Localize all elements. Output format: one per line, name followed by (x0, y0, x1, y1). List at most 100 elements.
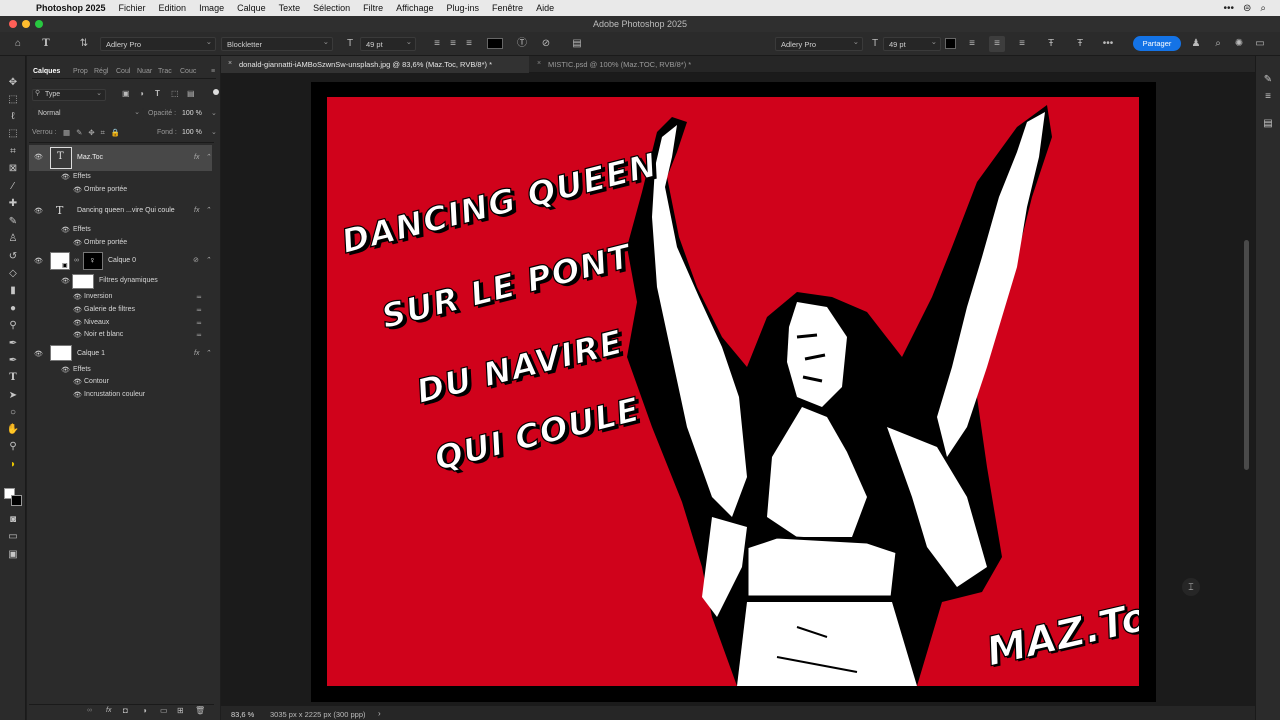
search-menu-icon[interactable]: ⌕ (1260, 3, 1266, 14)
text-color-swatch[interactable] (487, 38, 503, 49)
fill-chevron-icon[interactable]: ⌄ (211, 128, 217, 136)
history-brush-icon[interactable]: ↺ (4, 250, 22, 264)
effect-name[interactable]: Incrustation couleur (84, 391, 145, 398)
effects-eye-icon[interactable]: 👁 (61, 366, 70, 374)
add-style-icon[interactable]: fx (106, 707, 111, 714)
vertical-scrollbar[interactable] (1244, 240, 1249, 470)
collapse-chevron-icon[interactable]: ⌃ (205, 206, 211, 214)
panel-menu-icon[interactable]: ≡ (211, 68, 215, 75)
workspace-icon[interactable]: ▭ (1252, 36, 1268, 52)
collapse-chevron-icon[interactable]: ⌃ (205, 256, 211, 264)
blend-mode-select[interactable]: Normal (32, 108, 144, 120)
tab-nuar[interactable]: Nuar (137, 68, 152, 75)
status-menu-chevron-icon[interactable]: › (378, 709, 381, 718)
text-orientation-icon[interactable]: ⇅ (76, 36, 92, 52)
filter-eye-icon[interactable]: 👁 (73, 306, 82, 314)
fx-icon[interactable]: fx (194, 350, 199, 357)
layer-name[interactable]: Dancing queen ...vire Qui coule (77, 207, 175, 214)
paragraph-icon[interactable]: Ŧ (1072, 36, 1088, 52)
tab-coul[interactable]: Coul (116, 68, 130, 75)
zoom-window-button[interactable] (35, 20, 43, 28)
layer-filter-select[interactable]: Type (32, 89, 106, 101)
tab-calques[interactable]: Calques (33, 68, 60, 75)
filter-name[interactable]: Inversion (84, 293, 112, 300)
menu-affichage[interactable]: Affichage (396, 3, 433, 13)
filter-options-icon[interactable]: ≂ (196, 306, 202, 314)
filter-toggle[interactable] (213, 89, 219, 95)
menu-fichier[interactable]: Fichier (119, 3, 146, 13)
menu-fenetre[interactable]: Fenêtre (492, 3, 523, 13)
new-layer-icon[interactable]: ⊞ (177, 706, 184, 715)
effect-eye-icon[interactable]: 👁 (73, 239, 82, 247)
link-icon[interactable]: ∞ (74, 257, 79, 264)
close-tab-icon[interactable]: × (228, 60, 232, 67)
collapse-chevron-icon[interactable]: ⌃ (205, 153, 211, 161)
delete-layer-icon[interactable]: 🗑 (195, 706, 205, 715)
align-left-icon[interactable]: ≡ (429, 36, 445, 52)
menu-edition[interactable]: Edition (159, 3, 187, 13)
filter-name[interactable]: Galerie de filtres (84, 306, 135, 313)
hand-tool-icon[interactable]: ✋ (4, 423, 22, 437)
font-size-select-2[interactable]: 49 pt (883, 37, 941, 51)
font-family-select-2[interactable]: Adlery Pro (775, 37, 863, 51)
filter-eye-icon[interactable]: 👁 (73, 319, 82, 327)
visibility-eye-icon[interactable]: 👁 (34, 257, 43, 265)
move-tool-icon[interactable]: ✥ (4, 76, 22, 90)
layer-name[interactable]: Maz.Toc (77, 154, 103, 161)
filter-smart-object-icon[interactable]: ▤ (187, 89, 195, 98)
menu-plugins[interactable]: Plug-ins (447, 3, 480, 13)
edit-toolbar-icon[interactable]: ◗ (4, 458, 22, 472)
document-info[interactable]: 3035 px x 2225 px (300 ppp) (270, 710, 366, 719)
pen-tool-icon-2[interactable]: ✒ (4, 354, 22, 368)
visibility-eye-icon[interactable]: 👁 (34, 207, 43, 215)
properties-icon[interactable]: ▤ (1261, 118, 1275, 132)
smart-filter-mask-thumbnail[interactable] (72, 274, 94, 289)
filter-name[interactable]: Noir et blanc (84, 331, 123, 338)
shape-tool-icon[interactable]: ○ (4, 406, 22, 420)
fx-icon[interactable]: fx (194, 207, 199, 214)
discover-icon[interactable]: ✺ (1231, 36, 1247, 52)
character-panel-icon[interactable]: ▤ (569, 36, 585, 52)
align-right-icon-2[interactable]: ≡ (1014, 36, 1030, 52)
tab-couc[interactable]: Couc (180, 68, 196, 75)
warp-text-icon[interactable]: Ⓣ (514, 36, 530, 52)
eraser-tool-icon[interactable]: ◇ (4, 267, 22, 281)
font-family-select[interactable]: Adlery Pro (100, 37, 216, 51)
path-selection-icon[interactable]: ➤ (4, 389, 22, 403)
effects-eye-icon[interactable]: 👁 (61, 226, 70, 234)
menu-texte[interactable]: Texte (279, 3, 301, 13)
filter-name[interactable]: Niveaux (84, 319, 109, 326)
opacity-value[interactable]: 100 % (182, 110, 202, 117)
effect-name[interactable]: Ombre portée (84, 239, 127, 246)
gradient-tool-icon[interactable]: ▮ (4, 284, 22, 298)
menu-app[interactable]: Photoshop 2025 (36, 3, 106, 13)
more-icon[interactable]: ••• (1223, 3, 1234, 14)
effect-name[interactable]: Ombre portée (84, 186, 127, 193)
filter-pixel-icon[interactable]: ▣ (122, 89, 130, 98)
effect-eye-icon[interactable]: 👁 (73, 391, 82, 399)
notifications-icon[interactable]: ♟ (1188, 36, 1204, 52)
brush-settings-icon[interactable]: ✎ (1261, 74, 1275, 88)
filter-options-icon[interactable]: ≂ (196, 293, 202, 301)
effect-name[interactable]: Contour (84, 378, 109, 385)
filter-type-icon[interactable]: T (155, 89, 160, 98)
type-tool-preset-icon[interactable]: T (38, 36, 54, 52)
healing-brush-icon[interactable]: ✚ (4, 197, 22, 211)
tab-regl[interactable]: Régl (94, 68, 108, 75)
screen-mode-icon-2[interactable]: ▣ (4, 548, 22, 562)
collapse-chevron-icon[interactable]: ⌃ (205, 349, 211, 357)
effects-eye-icon[interactable]: 👁 (61, 173, 70, 181)
link-layers-icon[interactable]: ∞ (87, 707, 92, 714)
visibility-eye-icon[interactable]: 👁 (34, 350, 43, 358)
tab-prop[interactable]: Prop (73, 68, 88, 75)
menu-selection[interactable]: Sélection (313, 3, 350, 13)
font-size-select[interactable]: 49 pt (360, 37, 416, 51)
marquee-tool-icon[interactable]: ⬚ (4, 93, 22, 107)
pen-tool-icon[interactable]: ✒ (4, 337, 22, 351)
home-icon[interactable]: ⌂ (10, 36, 26, 52)
crop-tool-icon[interactable]: ⌗ (4, 145, 22, 159)
align-right-icon[interactable]: ≡ (461, 36, 477, 52)
menu-image[interactable]: Image (199, 3, 224, 13)
align-left-icon-2[interactable]: ≡ (964, 36, 980, 52)
close-tab-icon[interactable]: × (537, 60, 541, 67)
